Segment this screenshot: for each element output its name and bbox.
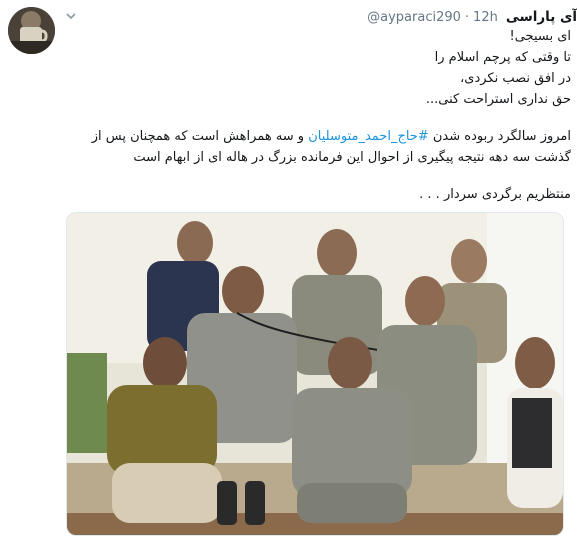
group-photo[interactable] xyxy=(66,212,564,536)
separator: · xyxy=(464,9,470,25)
poem-line-4: حق نداری استراحت کنی... xyxy=(425,92,571,107)
poem-line-2: تا وقتی که پرچم اسلام را xyxy=(434,50,571,65)
paragraph-prefix: امروز سالگرد ربوده شدن xyxy=(428,129,571,144)
tweet-header: آی پاراسی @ayparaci290 · 12h xyxy=(60,7,577,27)
display-name[interactable]: آی پاراسی xyxy=(506,9,577,25)
avatar[interactable] xyxy=(8,7,55,54)
hashtag-link[interactable]: #حاج_احمد_متوسلیان xyxy=(308,129,429,144)
timestamp[interactable]: 12h xyxy=(473,10,498,25)
avatar-photo xyxy=(8,7,55,54)
handle[interactable]: @ayparaci290 xyxy=(367,10,461,25)
tweet-text: ای بسیجی! تا وقتی که پرچم اسلام را در اف… xyxy=(62,26,571,205)
poem-line-3: در افق نصب نکردی، xyxy=(460,71,571,86)
paragraph-line-1: امروز سالگرد ربوده شدن #حاج_احمد_متوسلیا… xyxy=(62,126,571,147)
tweet-meta: @ayparaci290 · 12h xyxy=(367,10,498,25)
paragraph-suffix: و سه همراهش است که همچنان پس از xyxy=(91,129,309,144)
tweet-card: آی پاراسی @ayparaci290 · 12h ای بسیجی! تا … xyxy=(0,0,577,545)
paragraph-line-2: گذشت سه دهه نتیجه پیگیری از احوال این فر… xyxy=(133,150,571,165)
closing-line: منتظریم برگردی سردار . . . xyxy=(419,187,571,202)
poem-line-1: ای بسیجی! xyxy=(509,29,572,44)
photo-illustration xyxy=(67,213,563,535)
